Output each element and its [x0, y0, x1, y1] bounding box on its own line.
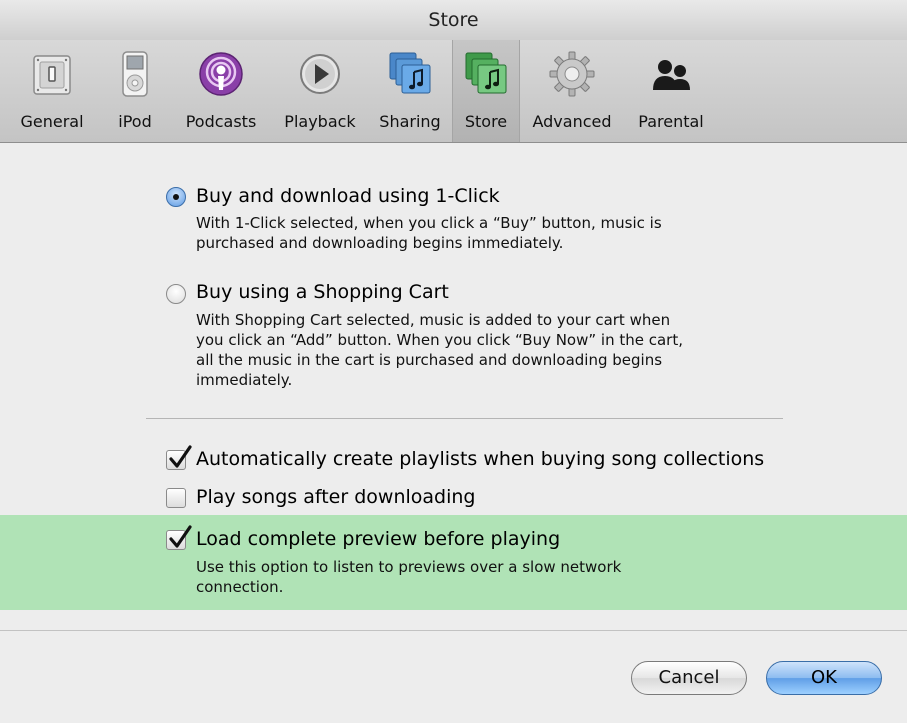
- tab-playback[interactable]: Playback: [272, 40, 368, 142]
- preferences-toolbar: General iPod Podcasts Playback Sharing S…: [0, 40, 907, 143]
- window-title: Store: [0, 0, 907, 41]
- tab-store[interactable]: Store: [452, 40, 520, 142]
- load-preview-desc-line1: Use this option to listen to previews ov…: [196, 558, 622, 576]
- cancel-button[interactable]: Cancel: [631, 661, 747, 695]
- shopping-cart-label[interactable]: Buy using a Shopping Cart: [196, 281, 449, 303]
- tab-label-playback: Playback: [284, 112, 356, 131]
- general-switch-icon: [33, 55, 71, 95]
- store-preferences-pane: Buy and download using 1-Click With 1-Cl…: [0, 143, 907, 723]
- tab-label-sharing: Sharing: [379, 112, 441, 131]
- tab-label-advanced: Advanced: [532, 112, 612, 131]
- ok-button[interactable]: OK: [766, 661, 882, 695]
- load-preview-label[interactable]: Load complete preview before playing: [196, 528, 560, 550]
- one-click-label[interactable]: Buy and download using 1-Click: [196, 185, 500, 207]
- tab-label-podcasts: Podcasts: [185, 112, 257, 131]
- preferences-window: Store General iPod Podcasts Playback Sha…: [0, 0, 907, 723]
- tab-label-ipod: iPod: [118, 112, 152, 131]
- shopping-cart-desc-line1: With Shopping Cart selected, music is ad…: [196, 311, 671, 329]
- tab-parental[interactable]: Parental: [626, 40, 716, 142]
- section-divider: [146, 418, 783, 419]
- load-preview-desc-line2: connection.: [196, 578, 284, 596]
- checkmark-icon: [169, 445, 192, 468]
- podcast-icon: [199, 52, 243, 96]
- shopping-cart-desc-line4: immediately.: [196, 371, 293, 389]
- playback-icon: [300, 54, 340, 94]
- tab-general[interactable]: General: [0, 40, 104, 142]
- auto-playlists-checkbox[interactable]: [166, 445, 192, 470]
- parental-icon: [653, 60, 690, 90]
- tab-podcasts[interactable]: Podcasts: [173, 40, 269, 142]
- store-icon: [465, 52, 507, 94]
- one-click-radio[interactable]: [166, 187, 186, 207]
- tab-label-parental: Parental: [638, 112, 704, 131]
- tab-sharing[interactable]: Sharing: [370, 40, 450, 142]
- checkmark-icon: [169, 525, 192, 548]
- auto-playlists-label[interactable]: Automatically create playlists when buyi…: [196, 448, 764, 470]
- sharing-icon: [389, 52, 431, 94]
- tab-label-general: General: [20, 112, 84, 131]
- shopping-cart-desc-line2: you click an “Add” button. When you clic…: [196, 331, 684, 349]
- gear-icon: [549, 51, 595, 97]
- tab-label-store: Store: [464, 112, 508, 131]
- one-click-desc-line1: With 1-Click selected, when you click a …: [196, 214, 662, 232]
- one-click-desc-line2: purchased and downloading begins immedia…: [196, 234, 564, 252]
- tab-ipod[interactable]: iPod: [104, 40, 166, 142]
- play-after-download-checkbox[interactable]: [166, 488, 186, 508]
- footer-divider: [0, 630, 907, 631]
- load-preview-checkbox[interactable]: [166, 525, 192, 550]
- ipod-icon: [122, 51, 148, 97]
- tab-advanced[interactable]: Advanced: [522, 40, 622, 142]
- play-after-download-label[interactable]: Play songs after downloading: [196, 486, 475, 508]
- shopping-cart-radio[interactable]: [166, 284, 186, 304]
- shopping-cart-desc-line3: all the music in the cart is purchased a…: [196, 351, 663, 369]
